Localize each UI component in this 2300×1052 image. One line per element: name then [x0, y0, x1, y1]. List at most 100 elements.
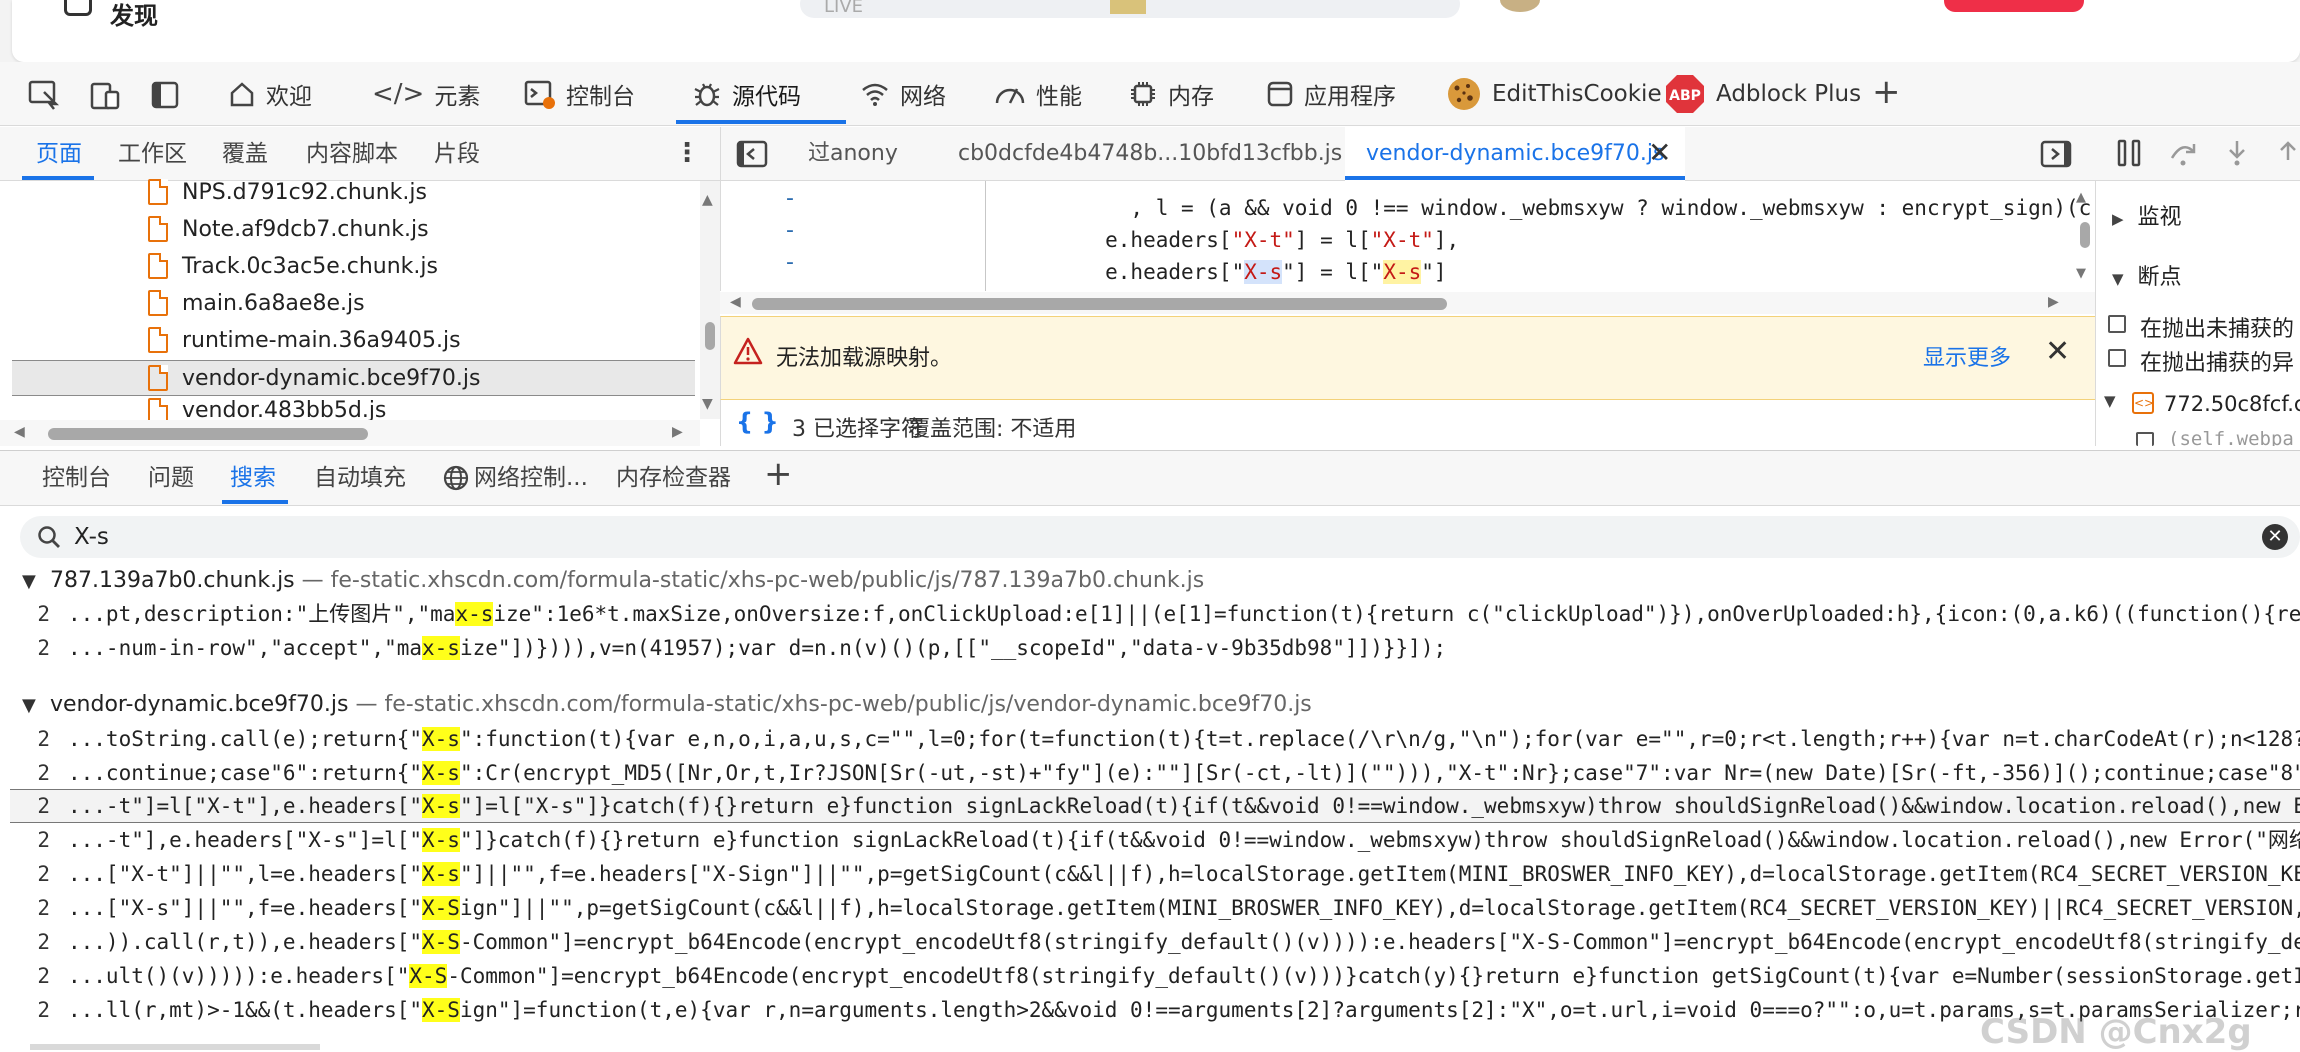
search-result-row[interactable]: 2 ...pt,description:"上传图片","max-size":1e6… — [10, 597, 2300, 631]
app-icon — [1267, 81, 1293, 107]
file-tree-item[interactable]: Track.0c3ac5e.chunk.js — [148, 248, 438, 284]
bottom-scrollbar[interactable] — [30, 1044, 320, 1050]
tab-label: 元素 — [434, 84, 481, 110]
navigator-tab-workspace[interactable]: 工作区 — [118, 127, 187, 181]
drawer-tab-memory-inspector[interactable]: 内存检查器 — [616, 450, 731, 506]
scroll-left-icon[interactable]: ◀ — [14, 424, 25, 440]
pause-icon[interactable] — [2114, 138, 2144, 168]
code-line-partial — [720, 167, 2070, 189]
step-into-icon[interactable] — [2222, 138, 2252, 168]
drawer-tab-autofill[interactable]: 自动填充 — [314, 450, 406, 506]
navigator-tab-overrides[interactable]: 覆盖 — [222, 127, 268, 181]
dock-side-icon[interactable] — [150, 80, 180, 110]
code-scroll-thumb[interactable] — [2080, 222, 2090, 248]
inspect-icon[interactable] — [28, 80, 60, 110]
search-result-row[interactable]: 2 ...-t"],e.headers["X-s"]=l["X-s"]}catch… — [10, 823, 2300, 857]
scroll-left-icon[interactable]: ◀ — [730, 294, 741, 310]
tab-console[interactable]: 控制台 — [524, 62, 635, 126]
add-tab-icon[interactable]: + — [1872, 72, 1901, 112]
scroll-up-icon[interactable]: ▲ — [702, 192, 713, 208]
search-result-row[interactable]: 2 ...["X-t"]||"",l=e.headers["X-s"]||"",f… — [10, 857, 2300, 891]
tab-adblock-plus[interactable]: ABP Adblock Plus — [1664, 62, 1861, 126]
scroll-down-icon[interactable]: ▼ — [2076, 266, 2086, 281]
drawer-tab-console[interactable]: 控制台 — [42, 450, 111, 506]
search-result-row[interactable]: 2 ...)).call(r,t)),e.headers["X-S-Common"… — [10, 925, 2300, 959]
tab-network[interactable]: 网络 — [860, 62, 946, 126]
navigator-tab-page[interactable]: 页面 — [36, 127, 82, 181]
result-file-header[interactable]: ▼ 787.139a7b0.chunk.js — fe-static.xhscdn… — [22, 568, 1204, 593]
scroll-right-icon[interactable]: ▶ — [2048, 294, 2059, 310]
file-tree-item-selected[interactable]: vendor-dynamic.bce9f70.js — [148, 360, 480, 396]
breakpoint-file[interactable]: 772.50c8fcf.cl — [2164, 392, 2300, 416]
tab-label: 内存 — [1168, 84, 1214, 110]
file-tree-item[interactable]: runtime-main.36a9405.js — [148, 322, 461, 358]
file-tree-hscroll-thumb[interactable] — [48, 428, 368, 440]
step-over-icon[interactable] — [2168, 138, 2198, 168]
search-result-row[interactable]: 2 ...-num-in-row","accept","max-size"])})… — [10, 631, 2300, 665]
navigator-tab-snippets[interactable]: 片段 — [434, 127, 480, 181]
diff-minus: - — [786, 186, 794, 211]
live-badge: LIVE — [824, 0, 864, 17]
close-tab-icon[interactable]: ✕ — [1648, 136, 1671, 169]
search-result-row[interactable]: 2 ...ult()(v))))):e.headers["X-S-Common"]… — [10, 959, 2300, 993]
search-input[interactable] — [74, 520, 2224, 554]
watch-section[interactable]: ▶ 监视 — [2112, 199, 2182, 231]
drawer-tab-network-conditions[interactable]: 网络控制... — [442, 450, 588, 506]
tab-memory[interactable]: 内存 — [1128, 62, 1214, 126]
code-line: , l = (a && void 0 !== window._webmsxyw … — [1004, 196, 2180, 220]
collapse-icon[interactable]: ▼ — [22, 571, 50, 592]
scroll-up-icon[interactable]: ▲ — [2076, 190, 2086, 205]
breakpoint-checkbox[interactable] — [2136, 432, 2154, 446]
close-icon[interactable]: ✕ — [2045, 334, 2070, 369]
toggle-navigator-icon[interactable] — [736, 140, 768, 168]
drawer-active-indicator — [222, 500, 288, 504]
step-out-icon[interactable] — [2276, 138, 2300, 168]
clear-search-icon[interactable]: ✕ — [2262, 524, 2288, 550]
tab-editthiscookie[interactable]: EditThisCookie — [1446, 62, 1662, 126]
file-tree-scrollbar[interactable] — [700, 181, 720, 419]
add-tab-icon[interactable]: + — [764, 454, 793, 494]
file-tree-item[interactable]: main.6a8ae8e.js — [148, 285, 365, 321]
search-result-row[interactable]: 2 ...["X-s"]||"",f=e.headers["X-Sign"]||"… — [10, 891, 2300, 925]
abp-icon: ABP — [1666, 75, 1704, 113]
file-tree-item[interactable]: vendor.483bb5d.js — [148, 398, 386, 420]
scroll-down-icon[interactable]: ▼ — [702, 396, 713, 412]
breakpoints-section[interactable]: ▼ 断点 — [2112, 259, 2182, 291]
pause-uncaught-label: 在抛出未捕获的 — [2140, 317, 2295, 342]
diff-minus: - — [786, 218, 794, 243]
watermark: CSDN @Cnx2g — [1980, 1012, 2252, 1052]
pause-caught-checkbox[interactable] — [2108, 349, 2126, 367]
file-tree-item[interactable]: NPS.d791c92.chunk.js — [148, 174, 427, 210]
device-toggle-icon[interactable] — [90, 80, 122, 110]
toggle-debugger-icon[interactable] — [2040, 140, 2072, 168]
site-title[interactable]: 发现 — [110, 0, 158, 31]
navigator-tab-content-scripts[interactable]: 内容脚本 — [306, 127, 398, 181]
search-result-row[interactable]: 2 ...toString.call(e);return{"X-s":functi… — [10, 722, 2300, 756]
pretty-print-icon[interactable]: { } — [736, 408, 779, 436]
code-hscroll-thumb[interactable] — [752, 298, 1447, 310]
show-more-link[interactable]: 显示更多 — [1923, 340, 2011, 372]
tab-elements[interactable]: </> 元素 — [372, 62, 480, 126]
file-tree-item[interactable]: Note.af9dcb7.chunk.js — [148, 211, 429, 247]
more-options-icon[interactable]: ⋮ — [674, 138, 700, 168]
tab-performance[interactable]: 性能 — [994, 62, 1082, 126]
search-result-row[interactable]: 2 ...ll(r,mt)>-1&&(t.headers["X-Sign"]=fu… — [10, 993, 2300, 1027]
login-button[interactable] — [1944, 0, 2084, 12]
file-tree-scroll-thumb[interactable] — [705, 322, 715, 350]
search-result-row[interactable]: 2 ...continue;case"6":return{"X-s":Cr(enc… — [10, 756, 2300, 790]
collapse-icon[interactable]: ▼ — [22, 695, 50, 716]
file-icon — [148, 290, 168, 316]
tab-welcome[interactable]: 欢迎 — [228, 62, 312, 126]
result-file-header[interactable]: ▼ vendor-dynamic.bce9f70.js — fe-static.x… — [22, 692, 1312, 717]
console-icon — [524, 80, 555, 109]
tab-label: EditThisCookie — [1492, 81, 1662, 107]
search-result-row-selected[interactable]: 2 ...-t"]=l["X-t"],e.headers["X-s"]=l["X-… — [10, 789, 2300, 823]
tab-sources[interactable]: 源代码 — [692, 62, 801, 126]
drawer-tab-search[interactable]: 搜索 — [230, 450, 276, 506]
pause-uncaught-checkbox[interactable] — [2108, 315, 2126, 333]
scroll-right-icon[interactable]: ▶ — [672, 424, 683, 440]
tab-label: Adblock Plus — [1716, 81, 1862, 107]
expand-icon[interactable]: ▼ — [2104, 392, 2116, 410]
drawer-tab-issues[interactable]: 问题 — [148, 450, 194, 506]
tab-application[interactable]: 应用程序 — [1266, 62, 1396, 126]
